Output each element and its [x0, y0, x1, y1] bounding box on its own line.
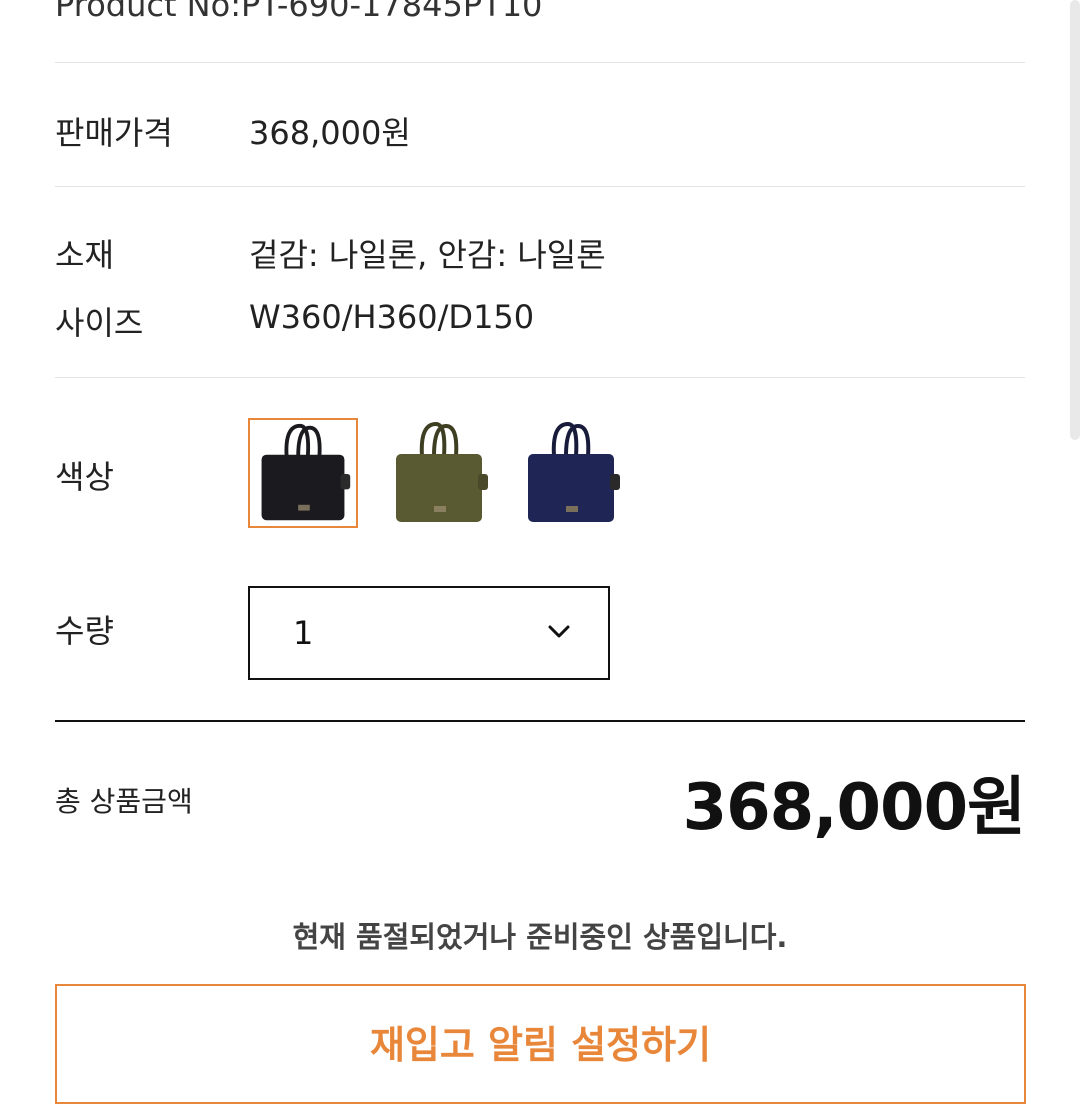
black-tote-bag-icon: [261, 423, 351, 521]
price-value: 368,000원: [249, 114, 411, 152]
total-label: 총 상품금액: [55, 785, 193, 818]
total-price: 368,000원: [682, 771, 1026, 845]
sold-out-notice: 현재 품절되었거나 준비중인 상품입니다.: [292, 920, 788, 954]
material-value: 겉감: 나일론, 안감: 나일론: [249, 236, 606, 274]
divider: [55, 377, 1025, 378]
quantity-select[interactable]: 1: [248, 586, 610, 680]
size-value: W360/H360/D150: [249, 298, 535, 336]
price-label: 판매가격: [55, 114, 173, 152]
size-label: 사이즈: [55, 304, 144, 342]
chevron-down-icon: [548, 625, 570, 638]
divider: [55, 62, 1025, 63]
restock-alert-label: 재입고 알림 설정하기: [369, 1023, 712, 1067]
navy-tote-bag-icon: [528, 421, 620, 522]
color-option-black[interactable]: [248, 418, 358, 528]
divider: [55, 186, 1025, 187]
total-divider: [55, 720, 1025, 722]
quantity-value: 1: [293, 614, 314, 652]
restock-alert-button[interactable]: 재입고 알림 설정하기: [55, 984, 1026, 1104]
color-option-navy[interactable]: [516, 418, 626, 528]
olive-tote-bag-icon: [396, 421, 488, 522]
scrollbar[interactable]: [1070, 0, 1080, 440]
color-label: 색상: [55, 458, 114, 496]
product-number: Product No:PT-690-17845PT10: [55, 0, 543, 24]
quantity-label: 수량: [55, 612, 114, 650]
material-label: 소재: [55, 236, 114, 274]
color-option-olive[interactable]: [384, 418, 494, 528]
